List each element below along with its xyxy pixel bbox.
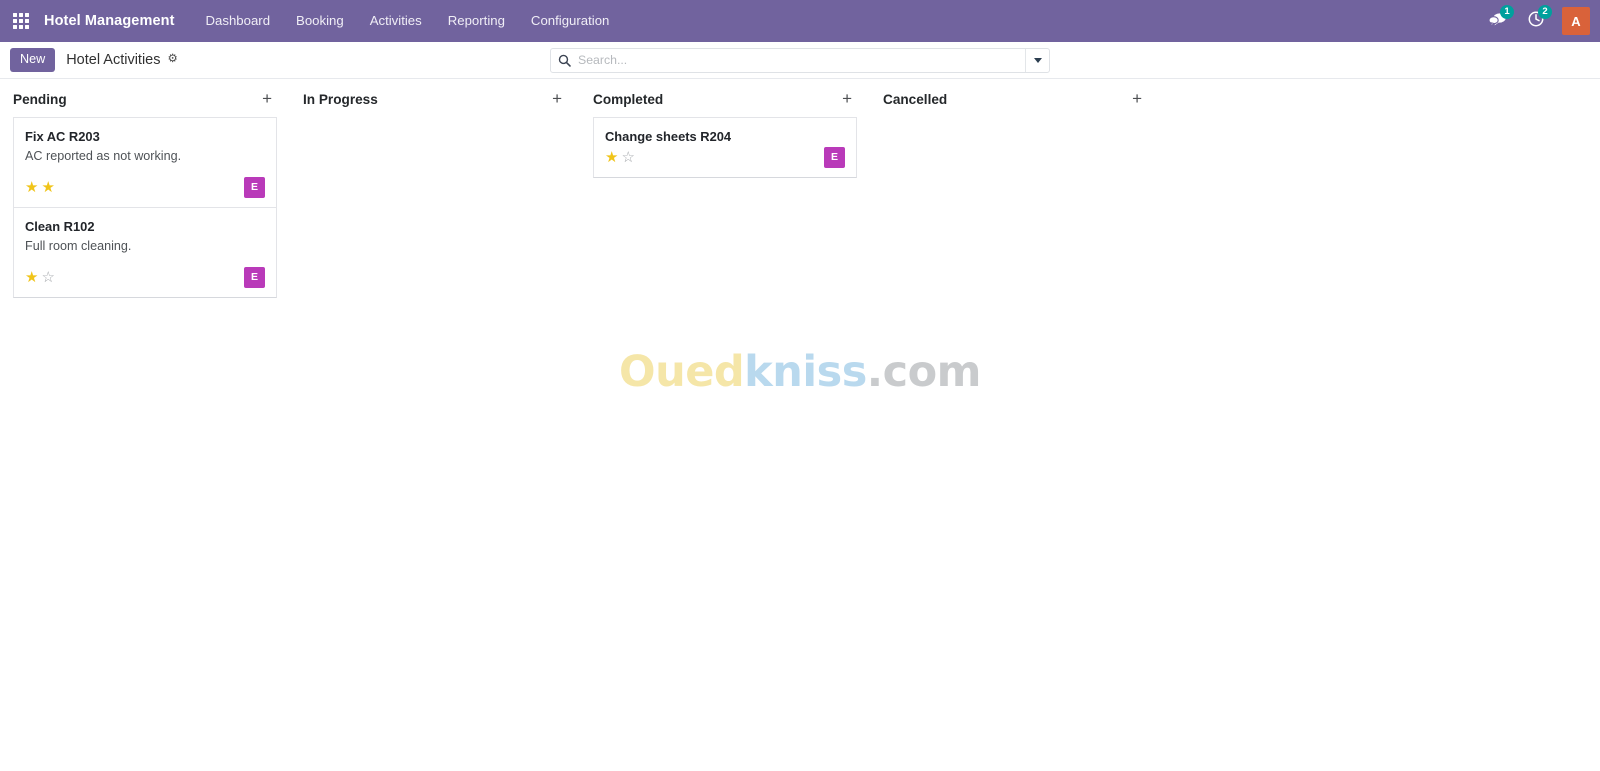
star-filled-icon[interactable]: ★ — [41, 180, 54, 195]
card-description: Full room cleaning. — [25, 239, 132, 254]
chevron-down-icon — [1033, 57, 1042, 63]
main-menu: Dashboard Booking Activities Reporting C… — [193, 0, 623, 42]
card-footer: ★ ☆ E — [605, 146, 845, 168]
card-footer: ★ ☆ E — [25, 266, 265, 288]
kanban-card[interactable]: Clean R102 Full room cleaning. ★ ☆ E — [13, 207, 277, 299]
menu-item-reporting[interactable]: Reporting — [435, 0, 518, 42]
column-header: Pending + — [0, 79, 290, 117]
card-priority-stars[interactable]: ★ ☆ — [25, 270, 55, 285]
card-title: Fix AC R203 — [25, 129, 100, 144]
breadcrumb: Hotel Activities ⚙ — [66, 52, 178, 68]
plus-icon[interactable]: + — [1130, 90, 1144, 107]
card-priority-stars[interactable]: ★ ★ — [25, 180, 55, 195]
breadcrumb-title: Hotel Activities — [66, 52, 161, 68]
activities-badge: 2 — [1538, 5, 1552, 19]
menu-item-dashboard[interactable]: Dashboard — [193, 0, 284, 42]
messages-button[interactable]: 1 — [1479, 0, 1516, 42]
star-filled-icon[interactable]: ★ — [605, 150, 618, 165]
star-filled-icon[interactable]: ★ — [25, 180, 38, 195]
menu-item-activities[interactable]: Activities — [357, 0, 435, 42]
kanban-column-pending: Pending + Fix AC R203 AC reported as not… — [0, 79, 290, 770]
new-button[interactable]: New — [10, 47, 56, 73]
card-priority-stars[interactable]: ★ ☆ — [605, 150, 635, 165]
column-title: In Progress — [303, 91, 378, 107]
control-panel: New Hotel Activities ⚙ — [0, 42, 1600, 79]
search-icon — [558, 54, 571, 67]
menu-item-booking[interactable]: Booking — [283, 0, 357, 42]
column-cards: Change sheets R204 ★ ☆ E — [580, 117, 870, 179]
card-avatar[interactable]: E — [244, 176, 265, 198]
column-title: Pending — [13, 91, 67, 107]
kanban-column-in-progress: In Progress + — [290, 79, 580, 770]
app-brand-title[interactable]: Hotel Management — [44, 13, 175, 29]
user-avatar[interactable]: A — [1562, 7, 1590, 35]
star-empty-icon[interactable]: ☆ — [41, 270, 54, 285]
apps-grid-icon[interactable] — [8, 8, 34, 34]
card-description: AC reported as not working. — [25, 149, 182, 164]
card-avatar[interactable]: E — [824, 146, 845, 168]
card-footer: ★ ★ E — [25, 176, 265, 198]
gear-icon[interactable]: ⚙ — [168, 54, 178, 66]
systray: 1 2 A — [1479, 0, 1590, 42]
star-empty-icon[interactable]: ☆ — [621, 150, 634, 165]
kanban-board: Pending + Fix AC R203 AC reported as not… — [0, 79, 1600, 770]
card-avatar[interactable]: E — [244, 266, 265, 288]
column-header: In Progress + — [290, 79, 580, 117]
search-field-wrapper[interactable] — [551, 49, 1025, 72]
plus-icon[interactable]: + — [550, 90, 564, 107]
search-view — [550, 47, 1050, 73]
card-title: Clean R102 — [25, 219, 95, 235]
column-header: Completed + — [580, 79, 870, 117]
kanban-column-completed: Completed + Change sheets R204 ★ ☆ E — [580, 79, 870, 770]
star-filled-icon[interactable]: ★ — [25, 270, 38, 285]
plus-icon[interactable]: + — [260, 90, 274, 107]
column-title: Completed — [593, 91, 664, 107]
menu-item-configuration[interactable]: Configuration — [518, 0, 622, 42]
search-dropdown-toggle[interactable] — [1025, 48, 1049, 72]
column-header: Cancelled + — [870, 79, 1160, 117]
card-title: Change sheets R204 — [605, 129, 732, 144]
plus-icon[interactable]: + — [840, 90, 854, 107]
kanban-card[interactable]: Change sheets R204 ★ ☆ E — [593, 117, 857, 179]
column-cards: Fix AC R203 AC reported as not working. … — [0, 117, 290, 299]
messages-badge: 1 — [1500, 5, 1514, 19]
kanban-card[interactable]: Fix AC R203 AC reported as not working. … — [13, 117, 277, 208]
activities-button[interactable]: 2 — [1518, 0, 1554, 42]
column-title: Cancelled — [883, 91, 948, 107]
top-navbar: Hotel Management Dashboard Booking Activ… — [0, 0, 1600, 42]
search-input[interactable] — [578, 53, 1018, 67]
kanban-column-cancelled: Cancelled + — [870, 79, 1160, 770]
